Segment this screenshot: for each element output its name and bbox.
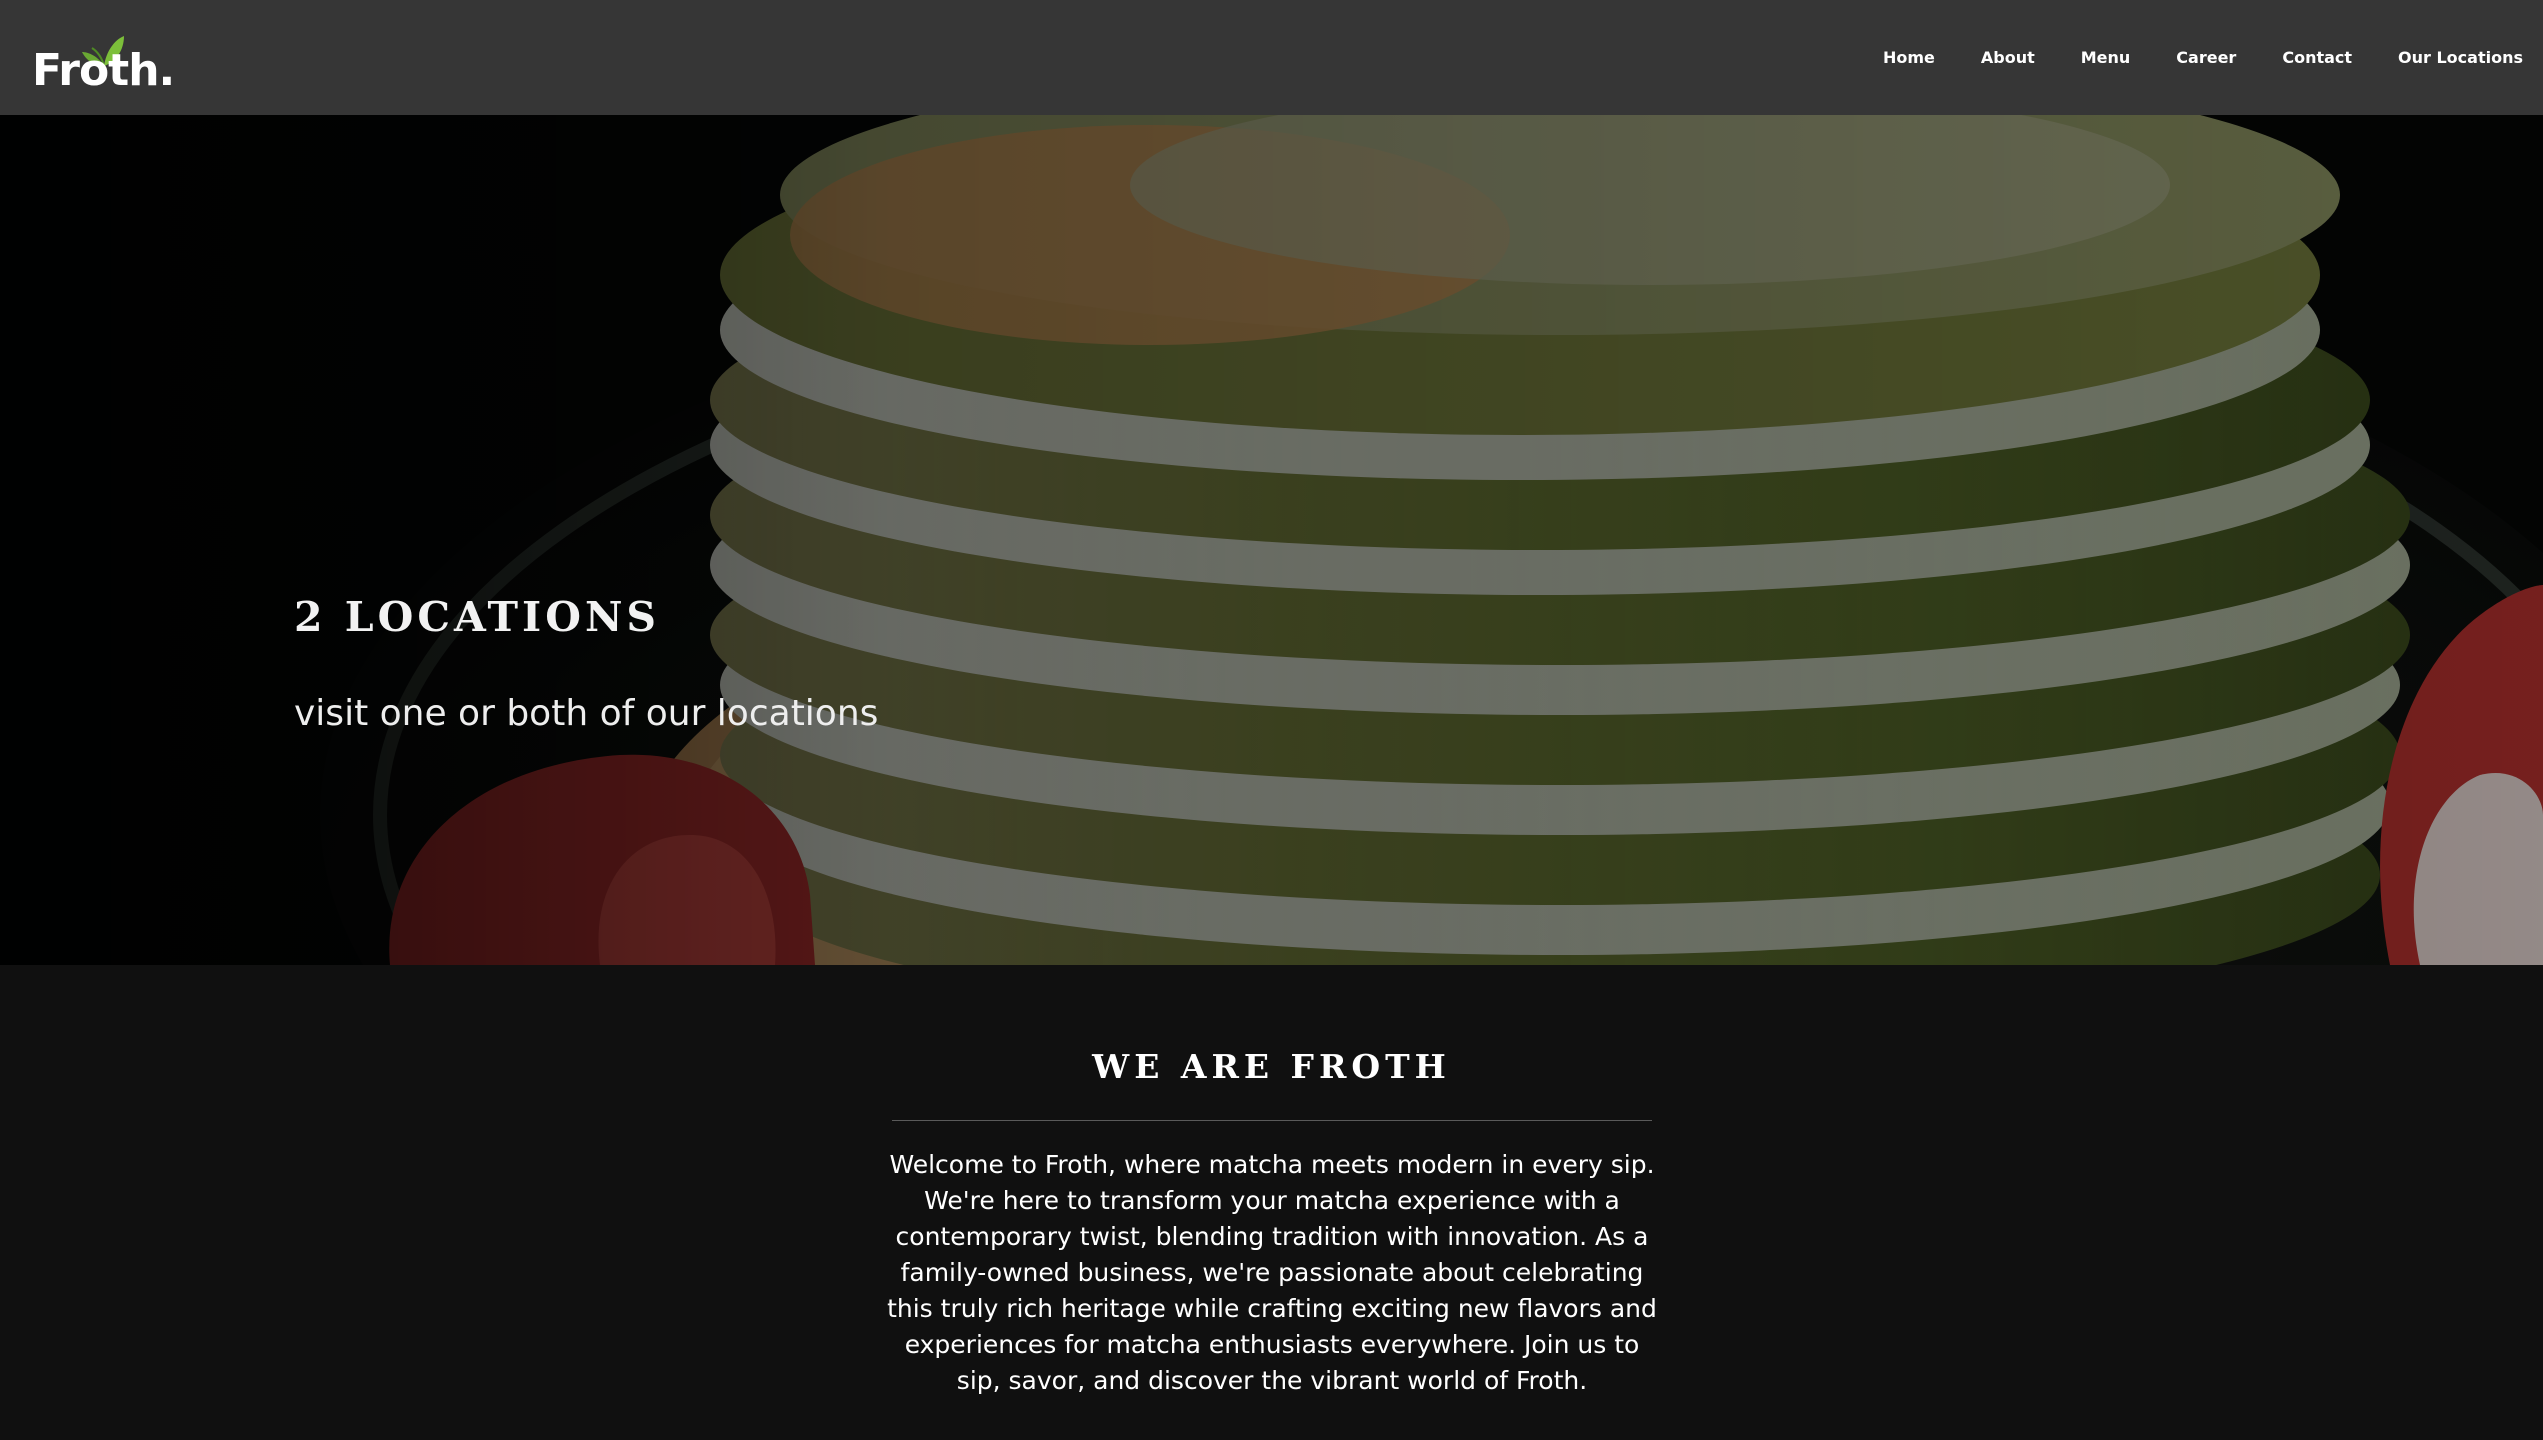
logo[interactable]: Froth. [32, 32, 175, 96]
nav-about[interactable]: About [1981, 48, 2035, 67]
nav-home[interactable]: Home [1883, 48, 1935, 67]
nav-contact[interactable]: Contact [2282, 48, 2352, 67]
about-section: WE ARE FROTH Welcome to Froth, where mat… [0, 965, 2543, 1440]
hero-title: 2 LOCATIONS [294, 593, 661, 641]
hero-image [0, 115, 2543, 965]
about-title: WE ARE FROTH [1092, 1047, 1451, 1086]
site-header: Froth. Home About Menu Career Contact Ou… [0, 0, 2543, 115]
about-body: Welcome to Froth, where matcha meets mod… [887, 1150, 1657, 1395]
nav-career[interactable]: Career [2176, 48, 2236, 67]
logo-text: Froth. [32, 45, 175, 96]
nav-our-locations[interactable]: Our Locations [2398, 48, 2523, 67]
hero-section: 2 LOCATIONS visit one or both of our loc… [0, 115, 2543, 965]
hero-subtitle: visit one or both of our locations [294, 693, 879, 734]
about-divider [892, 1120, 1652, 1121]
main-nav: Home About Menu Career Contact Our Locat… [1837, 0, 2523, 115]
nav-menu[interactable]: Menu [2081, 48, 2131, 67]
